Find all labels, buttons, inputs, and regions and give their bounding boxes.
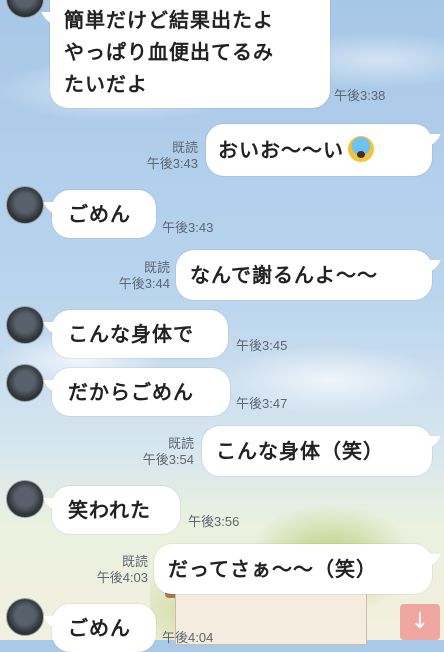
read-receipt: 既読 [167, 436, 194, 451]
message-bubble-outgoing[interactable]: なんで謝るんよ〜〜 [176, 250, 432, 300]
message-bubble-incoming[interactable]: こんな身体で [52, 310, 228, 358]
read-receipt: 既読 [171, 140, 198, 155]
message-text: ごめん [68, 202, 131, 226]
read-receipt: 既読 [143, 260, 170, 275]
message-meta: 既読 午後3:44 [104, 260, 170, 292]
message-text-line: やっぱり血便出てるみ [64, 40, 274, 64]
message-time: 午後3:56 [188, 514, 240, 529]
avatar[interactable] [6, 364, 44, 402]
message-time: 午後4:04 [162, 630, 214, 645]
message-meta: 既読 午後3:43 [140, 140, 198, 172]
message-time: 午後4:03 [96, 570, 148, 585]
message-text: こんな身体（笑） [216, 439, 384, 463]
message-time: 午後3:54 [142, 452, 194, 467]
avatar[interactable] [6, 186, 44, 224]
avatar[interactable] [6, 480, 44, 518]
message-time: 午後3:45 [236, 338, 288, 353]
arrow-down-icon: ↓ [410, 609, 430, 634]
message-text: だからごめん [68, 380, 194, 404]
message-time: 午後3:43 [146, 156, 198, 171]
message-meta: 既読 午後3:54 [128, 436, 194, 468]
message-bubble-incoming[interactable]: 笑われた [52, 486, 180, 534]
fearful-face-icon [348, 136, 374, 162]
message-text-line: たいだよ [64, 72, 148, 96]
message-text: こんな身体で [68, 322, 194, 346]
message-time: 午後3:44 [118, 276, 170, 291]
message-bubble-incoming[interactable]: 簡単だけど結果出たよ やっぱり血便出てるみ たいだよ [50, 0, 330, 108]
message-meta: 既読 午後4:03 [82, 554, 148, 586]
message-bubble-outgoing[interactable]: おいお〜〜い [206, 124, 432, 176]
message-time: 午後3:38 [334, 88, 386, 103]
avatar[interactable] [6, 598, 44, 636]
message-time: 午後3:47 [236, 396, 288, 411]
message-text: おいお〜〜い [218, 138, 344, 162]
message-bubble-incoming[interactable]: ごめん [52, 190, 156, 238]
message-text-line: 簡単だけど結果出たよ [64, 8, 274, 32]
message-text: だってさぁ〜〜（笑） [168, 557, 377, 581]
message-text: なんで謝るんよ〜〜 [190, 263, 378, 287]
avatar[interactable] [6, 306, 44, 344]
message-text: ごめん [68, 616, 131, 640]
message-text: 笑われた [68, 498, 151, 522]
message-time: 午後3:43 [162, 220, 214, 235]
message-bubble-incoming[interactable]: ごめん [52, 604, 156, 652]
message-bubble-outgoing[interactable]: こんな身体（笑） [202, 426, 432, 476]
message-bubble-outgoing[interactable]: だってさぁ〜〜（笑） [154, 544, 432, 594]
read-receipt: 既読 [121, 554, 148, 569]
message-bubble-incoming[interactable]: だからごめん [52, 368, 230, 416]
scroll-to-bottom-button[interactable]: ↓ [400, 604, 440, 640]
